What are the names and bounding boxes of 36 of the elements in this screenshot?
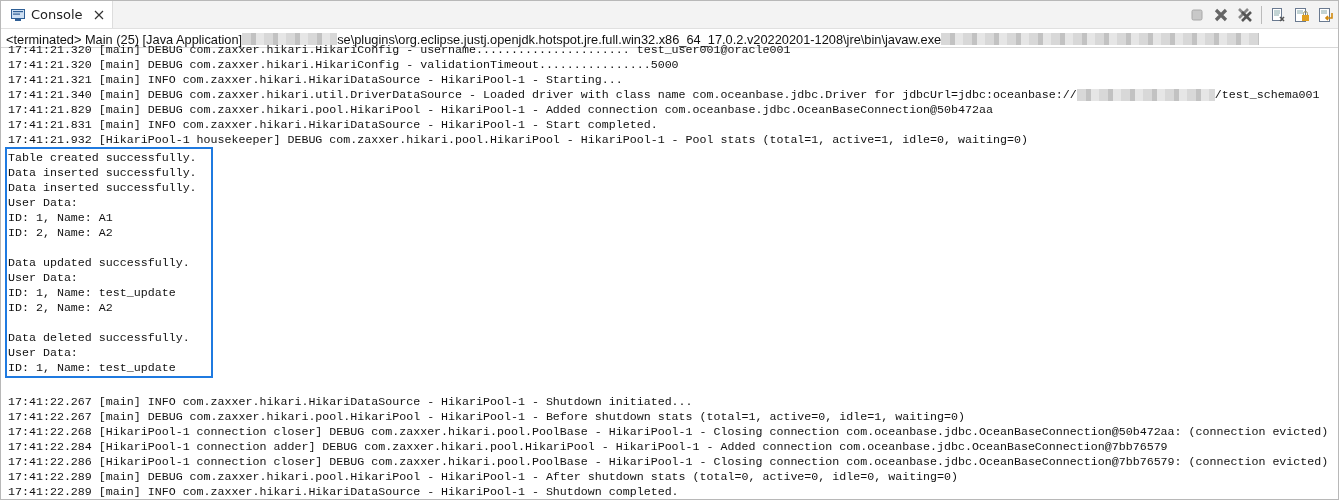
document-icon[interactable] (1270, 6, 1286, 23)
output-line: ID: 1, Name: test_update (8, 361, 176, 374)
output-line: Table created successfully. (8, 151, 197, 164)
lock-document-icon[interactable] (1294, 6, 1310, 23)
output-line: Data deleted successfully. (8, 331, 190, 344)
output-line: Data updated successfully. (8, 256, 190, 269)
log-line: 17:41:21.340 [main] DEBUG com.zaxxer.hikari.util.DriverDataSource - Loaded driver with class name com.oceanbase.jdbc.Driver for jdbcUrl=jdbc:oceanbase:// (8, 88, 1077, 101)
output-line: ID: 1, Name: A1 (8, 211, 113, 224)
log-line: 17:41:22.289 [main] DEBUG com.zaxxer.hikari.pool.HikariPool - HikariPool-1 - After shutdown stats (total=0, active=0, idle=0, waiting=0) (8, 470, 959, 483)
log-line: 17:41:21.829 [main] DEBUG com.zaxxer.hikari.pool.HikariPool - HikariPool-1 - Added connection com.oceanbase.jdbc.OceanBaseConnection@50b472aa (8, 103, 993, 116)
log-line: 17:41:21.321 [main] INFO com.zaxxer.hikari.HikariDataSource - HikariPool-1 - Starting... (8, 73, 623, 86)
output-line: ID: 2, Name: A2 (8, 226, 113, 239)
launch-description: se\plugins\org.eclipse.justj.openjdk.hotspot.jre.full.win32.x86_64_17.0.2.v20220201-1208\jre\bin\javaw.exe (337, 31, 942, 47)
log-line: 17:41:22.286 [HikariPool-1 connection closer] DEBUG com.zaxxer.hikari.pool.PoolBase - HikariPool-1 - Closing connection com.oceanbase.jdbc.OceanBaseConnection@7bb76579: (connection evicted) (8, 455, 1329, 468)
tab-label: Console (31, 7, 83, 22)
output-line: ID: 1, Name: test_update (8, 286, 176, 299)
wrap-document-icon[interactable] (1318, 6, 1334, 23)
output-line: Data inserted successfully. (8, 166, 197, 179)
log-line: 17:41:22.268 [HikariPool-1 connection closer] DEBUG com.zaxxer.hikari.pool.PoolBase - HikariPool-1 - Closing connection com.oceanbase.jdbc.OceanBaseConnection@50b472aa: (connection evicted) (8, 425, 1329, 438)
log-line: 17:41:22.267 [main] INFO com.zaxxer.hikari.HikariDataSource - HikariPool-1 - Shutdown initiated... (8, 395, 693, 408)
monitor-icon (10, 6, 26, 23)
log-line: /test_schema001 (1214, 88, 1320, 101)
output-line: User Data: (8, 346, 78, 359)
output-line: Data inserted successfully. (8, 181, 197, 194)
console-tab[interactable]: Console (1, 1, 113, 28)
log-line: 17:41:22.284 [HikariPool-1 connection adder] DEBUG com.zaxxer.hikari.pool.HikariPool - HikariPool-1 - Added connection com.oceanbase.jdbc.OceanBaseConnection@7bb76579 (8, 440, 1168, 453)
output-line: User Data: (8, 271, 78, 284)
log-line: 17:41:21.932 [HikariPool-1 housekeeper] DEBUG com.zaxxer.hikari.pool.HikariPool - HikariPool-1 - Pool stats (total=1, active=1, idle=0, waiting=0) (8, 133, 1028, 146)
close-icon[interactable] (93, 9, 104, 20)
output-line: User Data: (8, 196, 78, 209)
double-close-icon[interactable] (1237, 6, 1253, 23)
log-line: 17:41:21.320 [main] DEBUG com.zaxxer.hikari.HikariConfig - validationTimeout................5000 (8, 58, 679, 71)
log-line: 17:41:21.831 [main] INFO com.zaxxer.hikari.HikariDataSource - HikariPool-1 - Start completed. (8, 118, 658, 131)
output-line: ID: 2, Name: A2 (8, 301, 113, 314)
log-line: 17:41:22.267 [main] DEBUG com.zaxxer.hikari.pool.HikariPool - HikariPool-1 - Before shutdown stats (total=1, active=0, idle=1, waiting=0) (8, 410, 966, 423)
log-line: 17:41:22.289 [main] INFO com.zaxxer.hikari.HikariDataSource - HikariPool-1 - Shutdown completed. (8, 485, 679, 498)
